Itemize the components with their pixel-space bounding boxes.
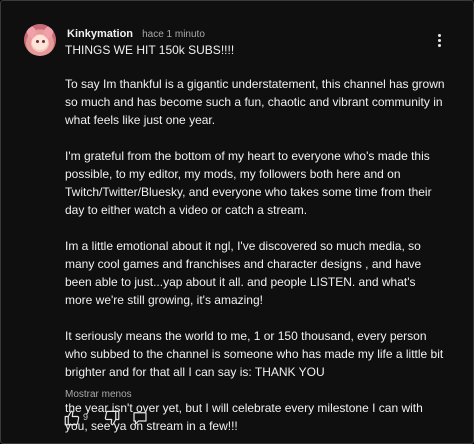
author-name[interactable]: Kinkymation xyxy=(67,28,133,40)
show-less-link[interactable]: Mostrar menos xyxy=(65,389,132,400)
avatar-face xyxy=(32,35,48,50)
avatar-eye-left xyxy=(36,40,39,43)
comment-paragraph: It seriously means the world to me, 1 or… xyxy=(65,329,444,379)
comment-paragraph: the year isn't over yet, but I will cele… xyxy=(65,401,423,433)
comment-paragraph: To say Im thankful is a gigantic underst… xyxy=(65,77,445,127)
comment-paragraph: Im a little emotional about it ngl, I've… xyxy=(65,239,422,307)
comment-text: THINGS WE HIT 150k SUBS!!!! To say Im th… xyxy=(65,41,445,435)
comment-paragraph: THINGS WE HIT 150k SUBS!!!! xyxy=(65,43,235,57)
avatar[interactable] xyxy=(24,24,56,56)
comment-header: Kinkymation hace 1 minuto xyxy=(67,27,205,42)
like-count: 9 xyxy=(83,412,89,422)
comment-paragraph: I'm grateful from the bottom of my heart… xyxy=(65,149,432,217)
avatar-eye-right xyxy=(42,40,45,43)
thumb-down-icon[interactable] xyxy=(103,409,121,427)
thumb-up-icon[interactable] xyxy=(63,409,81,427)
comment-card: Kinkymation hace 1 minuto THINGS WE HIT … xyxy=(0,0,474,444)
comment-timestamp[interactable]: hace 1 minuto xyxy=(142,29,205,40)
reply-icon[interactable] xyxy=(131,409,149,427)
